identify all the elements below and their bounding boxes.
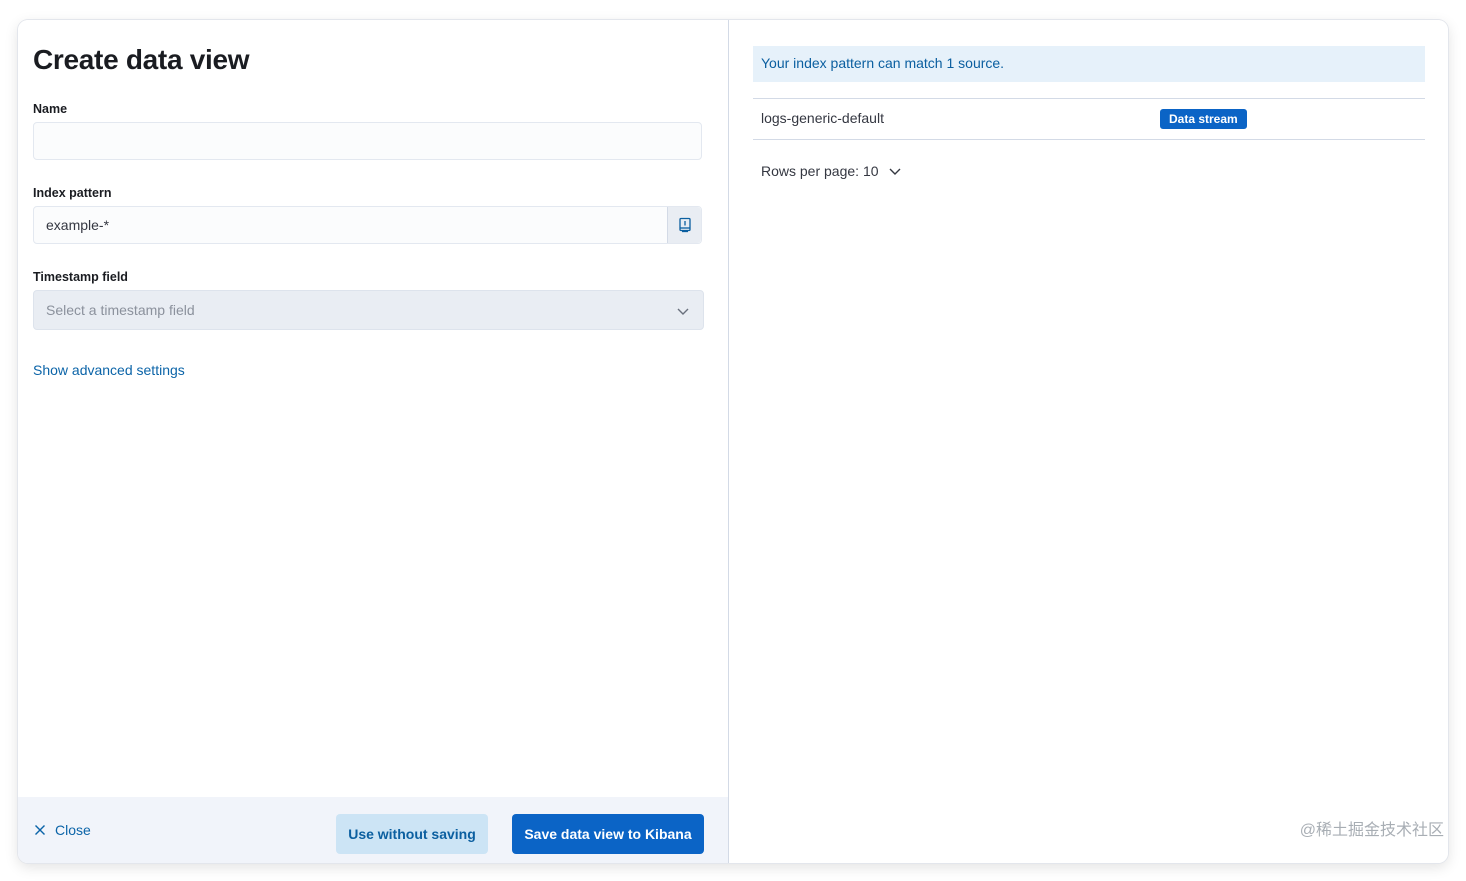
index-pattern-label: Index pattern: [33, 186, 112, 200]
timestamp-field-select[interactable]: Select a timestamp field: [33, 290, 704, 330]
save-data-view-button[interactable]: Save data view to Kibana: [512, 814, 704, 854]
name-field[interactable]: [33, 122, 702, 160]
chevron-down-icon: [677, 308, 689, 315]
name-label: Name: [33, 102, 68, 116]
timestamp-field-label: Timestamp field: [33, 270, 128, 284]
match-callout: Your index pattern can match 1 source.: [753, 46, 1425, 82]
show-advanced-settings-link[interactable]: Show advanced settings: [33, 362, 185, 378]
name-input[interactable]: [34, 123, 701, 159]
rows-per-page-button[interactable]: Rows per page: 10: [761, 163, 902, 179]
close-button-label: Close: [55, 822, 91, 838]
timestamp-field-placeholder: Select a timestamp field: [46, 302, 195, 318]
chevron-down-icon: [889, 168, 901, 175]
watermark: @稀土掘金技术社区: [1299, 822, 1444, 839]
use-without-saving-button[interactable]: Use without saving: [336, 814, 488, 854]
create-data-view-flyout: Create data view Name Index pattern exam…: [18, 20, 1448, 863]
flyout-footer: Close Use without saving Save data view …: [18, 797, 728, 863]
page-title: Create data view: [33, 44, 250, 75]
index-pattern-field[interactable]: example-*: [33, 206, 702, 244]
source-type-badge: Data stream: [1160, 109, 1247, 129]
source-name: logs-generic-default: [761, 110, 884, 126]
rows-per-page-label: Rows per page: 10: [761, 163, 879, 179]
close-icon: [35, 825, 45, 835]
form-panel: Create data view Name Index pattern exam…: [18, 20, 728, 863]
index-pattern-input[interactable]: example-*: [46, 217, 109, 233]
help-book-icon: [678, 217, 691, 233]
index-pattern-help-button[interactable]: [667, 207, 701, 243]
matching-sources-panel: Your index pattern can match 1 source. l…: [729, 20, 1448, 863]
table-row: logs-generic-default Data stream: [753, 98, 1425, 140]
close-button[interactable]: Close: [34, 822, 91, 838]
